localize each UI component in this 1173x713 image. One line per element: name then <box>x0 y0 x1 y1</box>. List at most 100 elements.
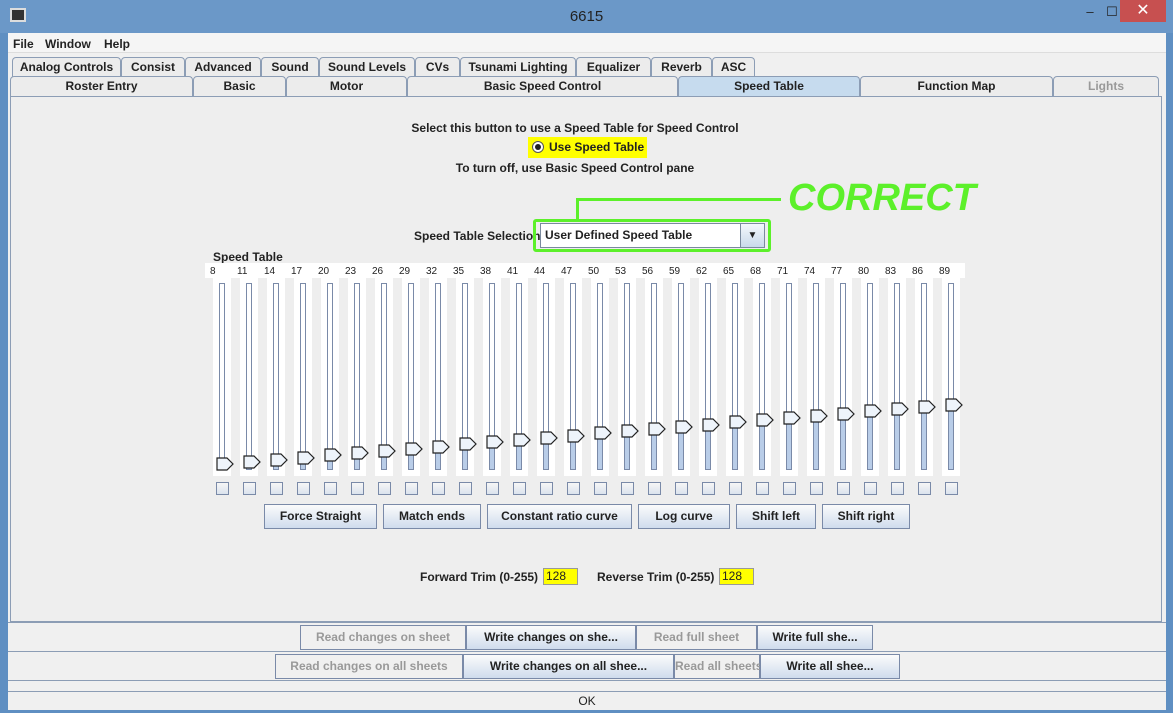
write-changes-sheet-button[interactable]: Write changes on she... <box>466 625 636 650</box>
slider-thumb[interactable] <box>513 433 531 447</box>
speed-slider-track[interactable] <box>651 283 657 470</box>
tab-tsunami-lighting[interactable]: Tsunami Lighting <box>460 57 576 77</box>
read-changes-all-button[interactable]: Read changes on all sheets <box>275 654 463 679</box>
slider-thumb[interactable] <box>486 435 504 449</box>
slider-lock-checkbox[interactable] <box>810 482 823 495</box>
slider-lock-checkbox[interactable] <box>405 482 418 495</box>
slider-thumb[interactable] <box>297 450 315 465</box>
slider-lock-checkbox[interactable] <box>918 482 931 495</box>
slider-lock-checkbox[interactable] <box>270 482 283 495</box>
speed-slider-track[interactable] <box>948 283 954 470</box>
log-curve-button[interactable]: Log curve <box>638 504 730 529</box>
speed-slider-track[interactable] <box>327 283 333 470</box>
tab-equalizer[interactable]: Equalizer <box>576 57 651 77</box>
slider-lock-checkbox[interactable] <box>216 482 229 495</box>
slider-lock-checkbox[interactable] <box>513 482 526 495</box>
slider-thumb[interactable] <box>756 413 774 427</box>
speed-slider-track[interactable] <box>597 283 603 470</box>
tab-motor[interactable]: Motor <box>286 76 407 96</box>
slider-lock-checkbox[interactable] <box>675 482 688 495</box>
slider-lock-checkbox[interactable] <box>378 482 391 495</box>
tab-sound-levels[interactable]: Sound Levels <box>319 57 415 77</box>
write-changes-all-button[interactable]: Write changes on all shee... <box>463 654 674 679</box>
slider-thumb[interactable] <box>243 455 261 469</box>
slider-lock-checkbox[interactable] <box>783 482 796 495</box>
slider-thumb[interactable] <box>594 426 612 440</box>
read-full-sheet-button[interactable]: Read full sheet <box>636 625 757 650</box>
slider-lock-checkbox[interactable] <box>837 482 850 495</box>
slider-thumb[interactable] <box>918 400 936 414</box>
slider-lock-checkbox[interactable] <box>540 482 553 495</box>
tab-advanced[interactable]: Advanced <box>185 57 261 77</box>
tab-asc[interactable]: ASC <box>712 57 755 77</box>
speed-slider-track[interactable] <box>624 283 630 470</box>
close-button[interactable]: ✕ <box>1120 0 1166 22</box>
speed-slider-track[interactable] <box>921 283 927 470</box>
slider-thumb[interactable] <box>378 444 396 458</box>
slider-lock-checkbox[interactable] <box>729 482 742 495</box>
menu-file[interactable]: File <box>13 37 34 51</box>
tab-function-map[interactable]: Function Map <box>860 76 1053 96</box>
slider-lock-checkbox[interactable] <box>864 482 877 495</box>
ok-button[interactable]: OK <box>8 692 1166 710</box>
tab-lights[interactable]: Lights <box>1053 76 1159 96</box>
tab-reverb[interactable]: Reverb <box>651 57 712 77</box>
speed-slider-track[interactable] <box>300 283 306 470</box>
slider-thumb[interactable] <box>621 424 639 438</box>
slider-thumb[interactable] <box>432 439 450 454</box>
slider-thumb[interactable] <box>864 404 882 418</box>
slider-lock-checkbox[interactable] <box>243 482 256 495</box>
slider-lock-checkbox[interactable] <box>567 482 580 495</box>
force-straight-button[interactable]: Force Straight <box>264 504 377 529</box>
slider-thumb[interactable] <box>405 442 423 456</box>
slider-thumb[interactable] <box>324 448 342 462</box>
slider-thumb[interactable] <box>891 402 909 416</box>
slider-lock-checkbox[interactable] <box>756 482 769 495</box>
slider-lock-checkbox[interactable] <box>702 482 715 495</box>
slider-lock-checkbox[interactable] <box>351 482 364 495</box>
speed-slider-track[interactable] <box>813 283 819 470</box>
speed-slider-track[interactable] <box>354 283 360 470</box>
menu-window[interactable]: Window <box>45 37 91 51</box>
speed-slider-track[interactable] <box>732 283 738 470</box>
tab-cvs[interactable]: CVs <box>415 57 460 77</box>
slider-thumb[interactable] <box>810 409 828 423</box>
slider-thumb[interactable] <box>729 415 747 429</box>
read-all-sheets-button[interactable]: Read all sheets <box>674 654 762 679</box>
slider-lock-checkbox[interactable] <box>432 482 445 495</box>
tab-consist[interactable]: Consist <box>121 57 185 77</box>
slider-thumb[interactable] <box>540 431 558 445</box>
tab-sound[interactable]: Sound <box>261 57 319 77</box>
slider-thumb[interactable] <box>675 420 693 434</box>
write-full-sheet-button[interactable]: Write full she... <box>757 625 873 650</box>
speed-slider-track[interactable] <box>678 283 684 470</box>
speed-slider-track[interactable] <box>246 283 252 470</box>
speed-slider-track[interactable] <box>840 283 846 470</box>
speed-slider-track[interactable] <box>894 283 900 470</box>
speed-slider-track[interactable] <box>786 283 792 470</box>
slider-lock-checkbox[interactable] <box>297 482 310 495</box>
slider-thumb[interactable] <box>459 437 477 451</box>
slider-lock-checkbox[interactable] <box>945 482 958 495</box>
tab-speed-table[interactable]: Speed Table <box>678 76 860 96</box>
write-all-sheets-button[interactable]: Write all shee... <box>760 654 900 679</box>
slider-thumb[interactable] <box>351 446 369 460</box>
speed-slider-track[interactable] <box>381 283 387 470</box>
slider-thumb[interactable] <box>837 406 855 421</box>
speed-slider-track[interactable] <box>219 283 225 470</box>
menu-help[interactable]: Help <box>104 37 130 51</box>
speed-slider-track[interactable] <box>705 283 711 470</box>
speed-slider-track[interactable] <box>759 283 765 470</box>
slider-thumb[interactable] <box>945 398 963 412</box>
tab-roster-entry[interactable]: Roster Entry <box>10 76 193 96</box>
slider-thumb[interactable] <box>216 457 234 471</box>
constant-ratio-curve-button[interactable]: Constant ratio curve <box>487 504 632 529</box>
slider-lock-checkbox[interactable] <box>324 482 337 495</box>
tab-basic-speed-control[interactable]: Basic Speed Control <box>407 76 678 96</box>
slider-thumb[interactable] <box>783 411 801 425</box>
tab-analog-controls[interactable]: Analog Controls <box>12 57 121 77</box>
use-speed-table-radio[interactable]: Use Speed Table <box>528 137 647 158</box>
match-ends-button[interactable]: Match ends <box>383 504 481 529</box>
slider-thumb[interactable] <box>567 428 585 443</box>
slider-lock-checkbox[interactable] <box>648 482 661 495</box>
